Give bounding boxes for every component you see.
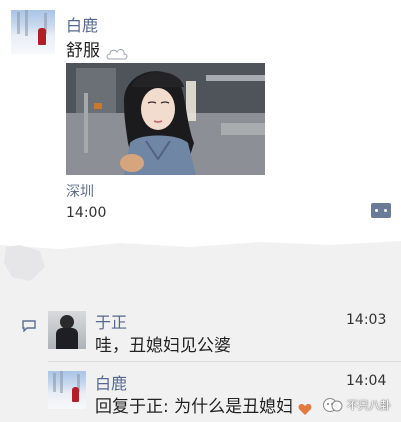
- cloud-icon: [105, 45, 129, 59]
- comment-divider: [48, 361, 401, 362]
- post-time: 14:00: [66, 205, 107, 221]
- comment-author-avatar[interactable]: [48, 311, 86, 349]
- post-author-name[interactable]: 白鹿: [66, 12, 98, 36]
- comments-section: 于正 14:03 哇，丑媳妇见公婆 白鹿 14:04 回复于正: 为什么是丑媳妇…: [0, 233, 401, 422]
- comment-author-name[interactable]: 于正: [95, 309, 127, 333]
- post-caption: 舒服: [66, 36, 129, 61]
- comment-body: 回复于正: 为什么是丑媳妇: [95, 392, 312, 417]
- comment-author-avatar[interactable]: [48, 371, 86, 409]
- post-author-avatar[interactable]: [11, 10, 55, 54]
- comment-time: 14:04: [346, 373, 387, 389]
- more-options-icon[interactable]: [371, 203, 391, 218]
- comment-text: 回复于正: 为什么是丑媳妇: [95, 397, 294, 417]
- comment-text: 哇，丑媳妇见公婆: [95, 336, 231, 356]
- watermark-text: 不只八卦: [347, 399, 391, 412]
- comment-author-name[interactable]: 白鹿: [95, 370, 127, 394]
- watermark: 不只八卦: [322, 395, 391, 415]
- post-location[interactable]: 深圳: [66, 181, 94, 201]
- post-photo[interactable]: [66, 63, 265, 175]
- comment-icon: [22, 317, 36, 333]
- heart-icon: [298, 401, 312, 415]
- comment-time: 14:03: [346, 312, 387, 328]
- post-text: 舒服: [66, 41, 100, 61]
- watermark-logo-icon: [323, 398, 343, 412]
